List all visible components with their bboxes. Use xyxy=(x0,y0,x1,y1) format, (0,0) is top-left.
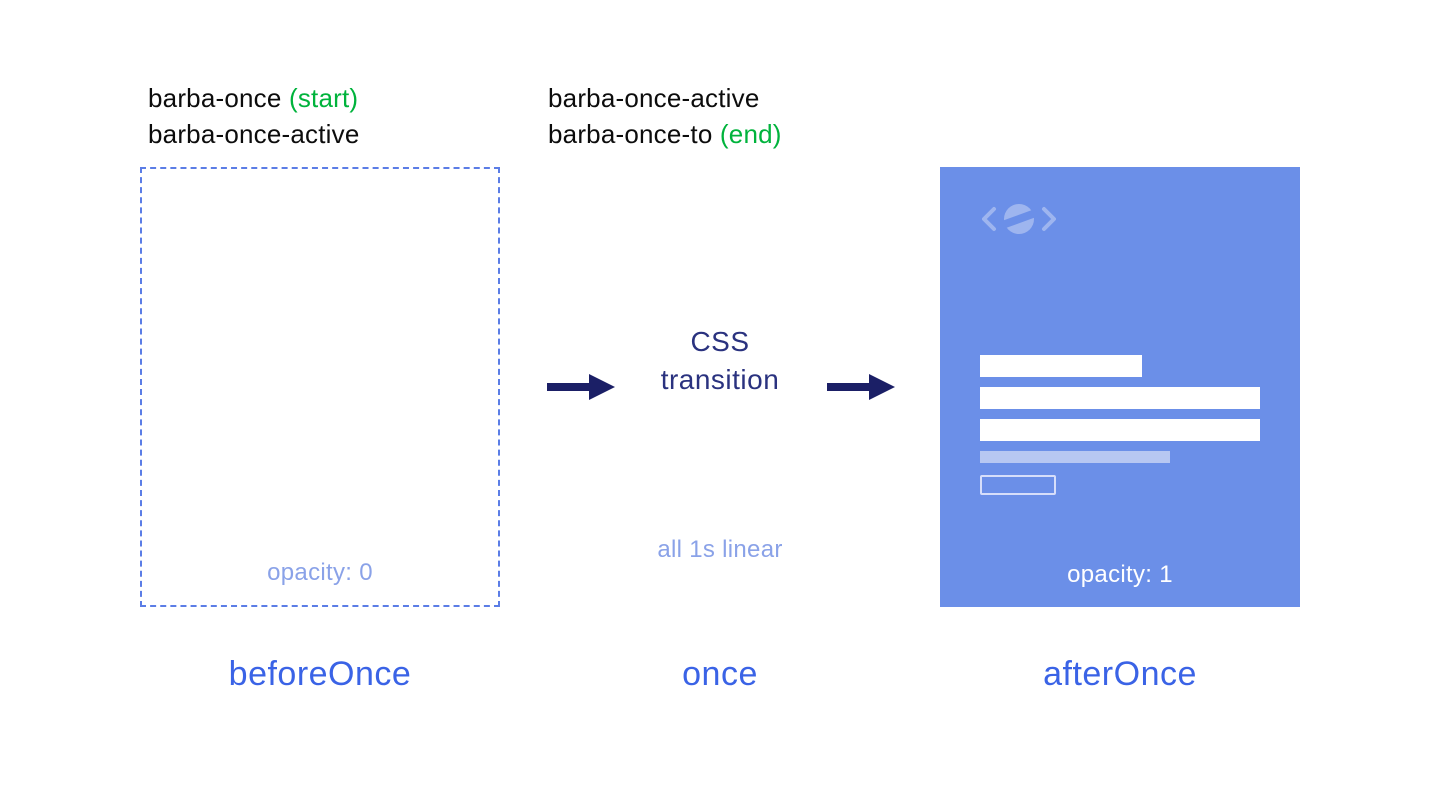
mockup-button-outline xyxy=(980,475,1056,495)
stage-names-row: beforeOnce once afterOnce xyxy=(140,655,1300,694)
arrow-icon xyxy=(541,372,619,402)
class-annot: (end) xyxy=(720,119,782,149)
stage-name-once: once xyxy=(500,655,940,694)
stage-name-after: afterOnce xyxy=(940,655,1300,694)
mockup-content xyxy=(980,355,1260,495)
mockup-bar xyxy=(980,419,1260,441)
middle-class-labels: barba-once-active barba-once-to (end) xyxy=(500,80,940,153)
opacity-label-left: opacity: 0 xyxy=(142,559,498,587)
barba-logo-icon xyxy=(980,201,1058,237)
transition-center: CSS transition all 1s linear xyxy=(500,167,940,607)
mockup-bar xyxy=(980,355,1142,377)
class-name: barba-once-to xyxy=(548,119,712,149)
arrow-icon xyxy=(821,372,899,402)
class-annot: (start) xyxy=(289,83,358,113)
transition-title: CSS transition xyxy=(661,323,780,399)
class-name: barba-once-active xyxy=(548,83,760,113)
mockup-bar xyxy=(980,387,1260,409)
stage-name-before: beforeOnce xyxy=(140,655,500,694)
before-once-panel: opacity: 0 xyxy=(140,167,500,607)
mockup-bar-faded xyxy=(980,451,1170,463)
class-name: barba-once-active xyxy=(148,119,360,149)
transition-sub: all 1s linear xyxy=(657,536,782,564)
after-once-panel: opacity: 1 xyxy=(940,167,1300,607)
class-name: barba-once xyxy=(148,83,282,113)
opacity-label-right: opacity: 1 xyxy=(940,561,1300,589)
left-class-labels: barba-once (start) barba-once-active xyxy=(140,80,500,153)
